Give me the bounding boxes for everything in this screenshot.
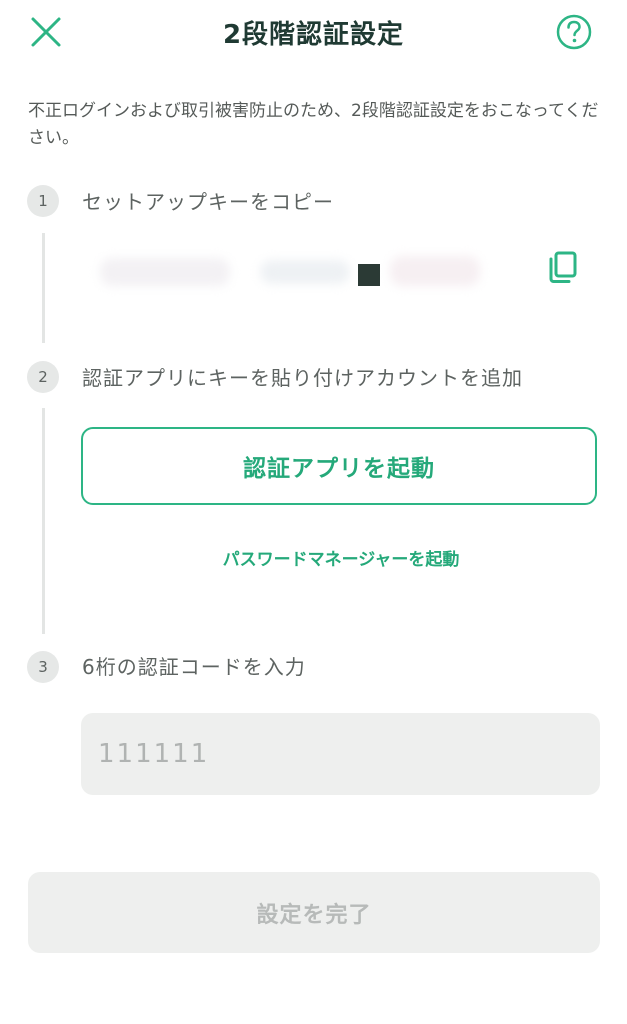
step-connector-2 bbox=[42, 408, 45, 634]
step-title-3: 6桁の認証コードを入力 bbox=[82, 655, 306, 679]
setup-key-fragment bbox=[358, 264, 380, 286]
step-title-1: セットアップキーをコピー bbox=[82, 190, 334, 214]
setup-key-redacted bbox=[100, 246, 490, 302]
step-number-3: 3 bbox=[27, 651, 59, 683]
verification-code-input[interactable] bbox=[81, 713, 600, 795]
description-text: 不正ログインおよび取引被害防止のため、2段階認証設定をおこなってください。 bbox=[28, 101, 599, 148]
open-password-manager-link[interactable]: パスワードマネージャーを起動 bbox=[81, 545, 601, 570]
page-title: 2段階認証設定 bbox=[222, 20, 405, 50]
copy-icon bbox=[549, 251, 577, 283]
step-connector-1 bbox=[42, 233, 45, 343]
step-number-2: 2 bbox=[27, 361, 59, 393]
open-authenticator-app-button[interactable]: 認証アプリを起動 bbox=[81, 427, 597, 505]
complete-setup-button[interactable]: 設定を完了 bbox=[28, 872, 600, 953]
help-icon bbox=[556, 14, 592, 50]
header: 2段階認証設定 bbox=[0, 0, 627, 64]
step-title-2: 認証アプリにキーを貼り付けアカウントを追加 bbox=[82, 366, 523, 390]
step-number-1: 1 bbox=[27, 185, 59, 217]
help-button[interactable] bbox=[554, 12, 594, 52]
copy-key-button[interactable] bbox=[544, 248, 582, 286]
